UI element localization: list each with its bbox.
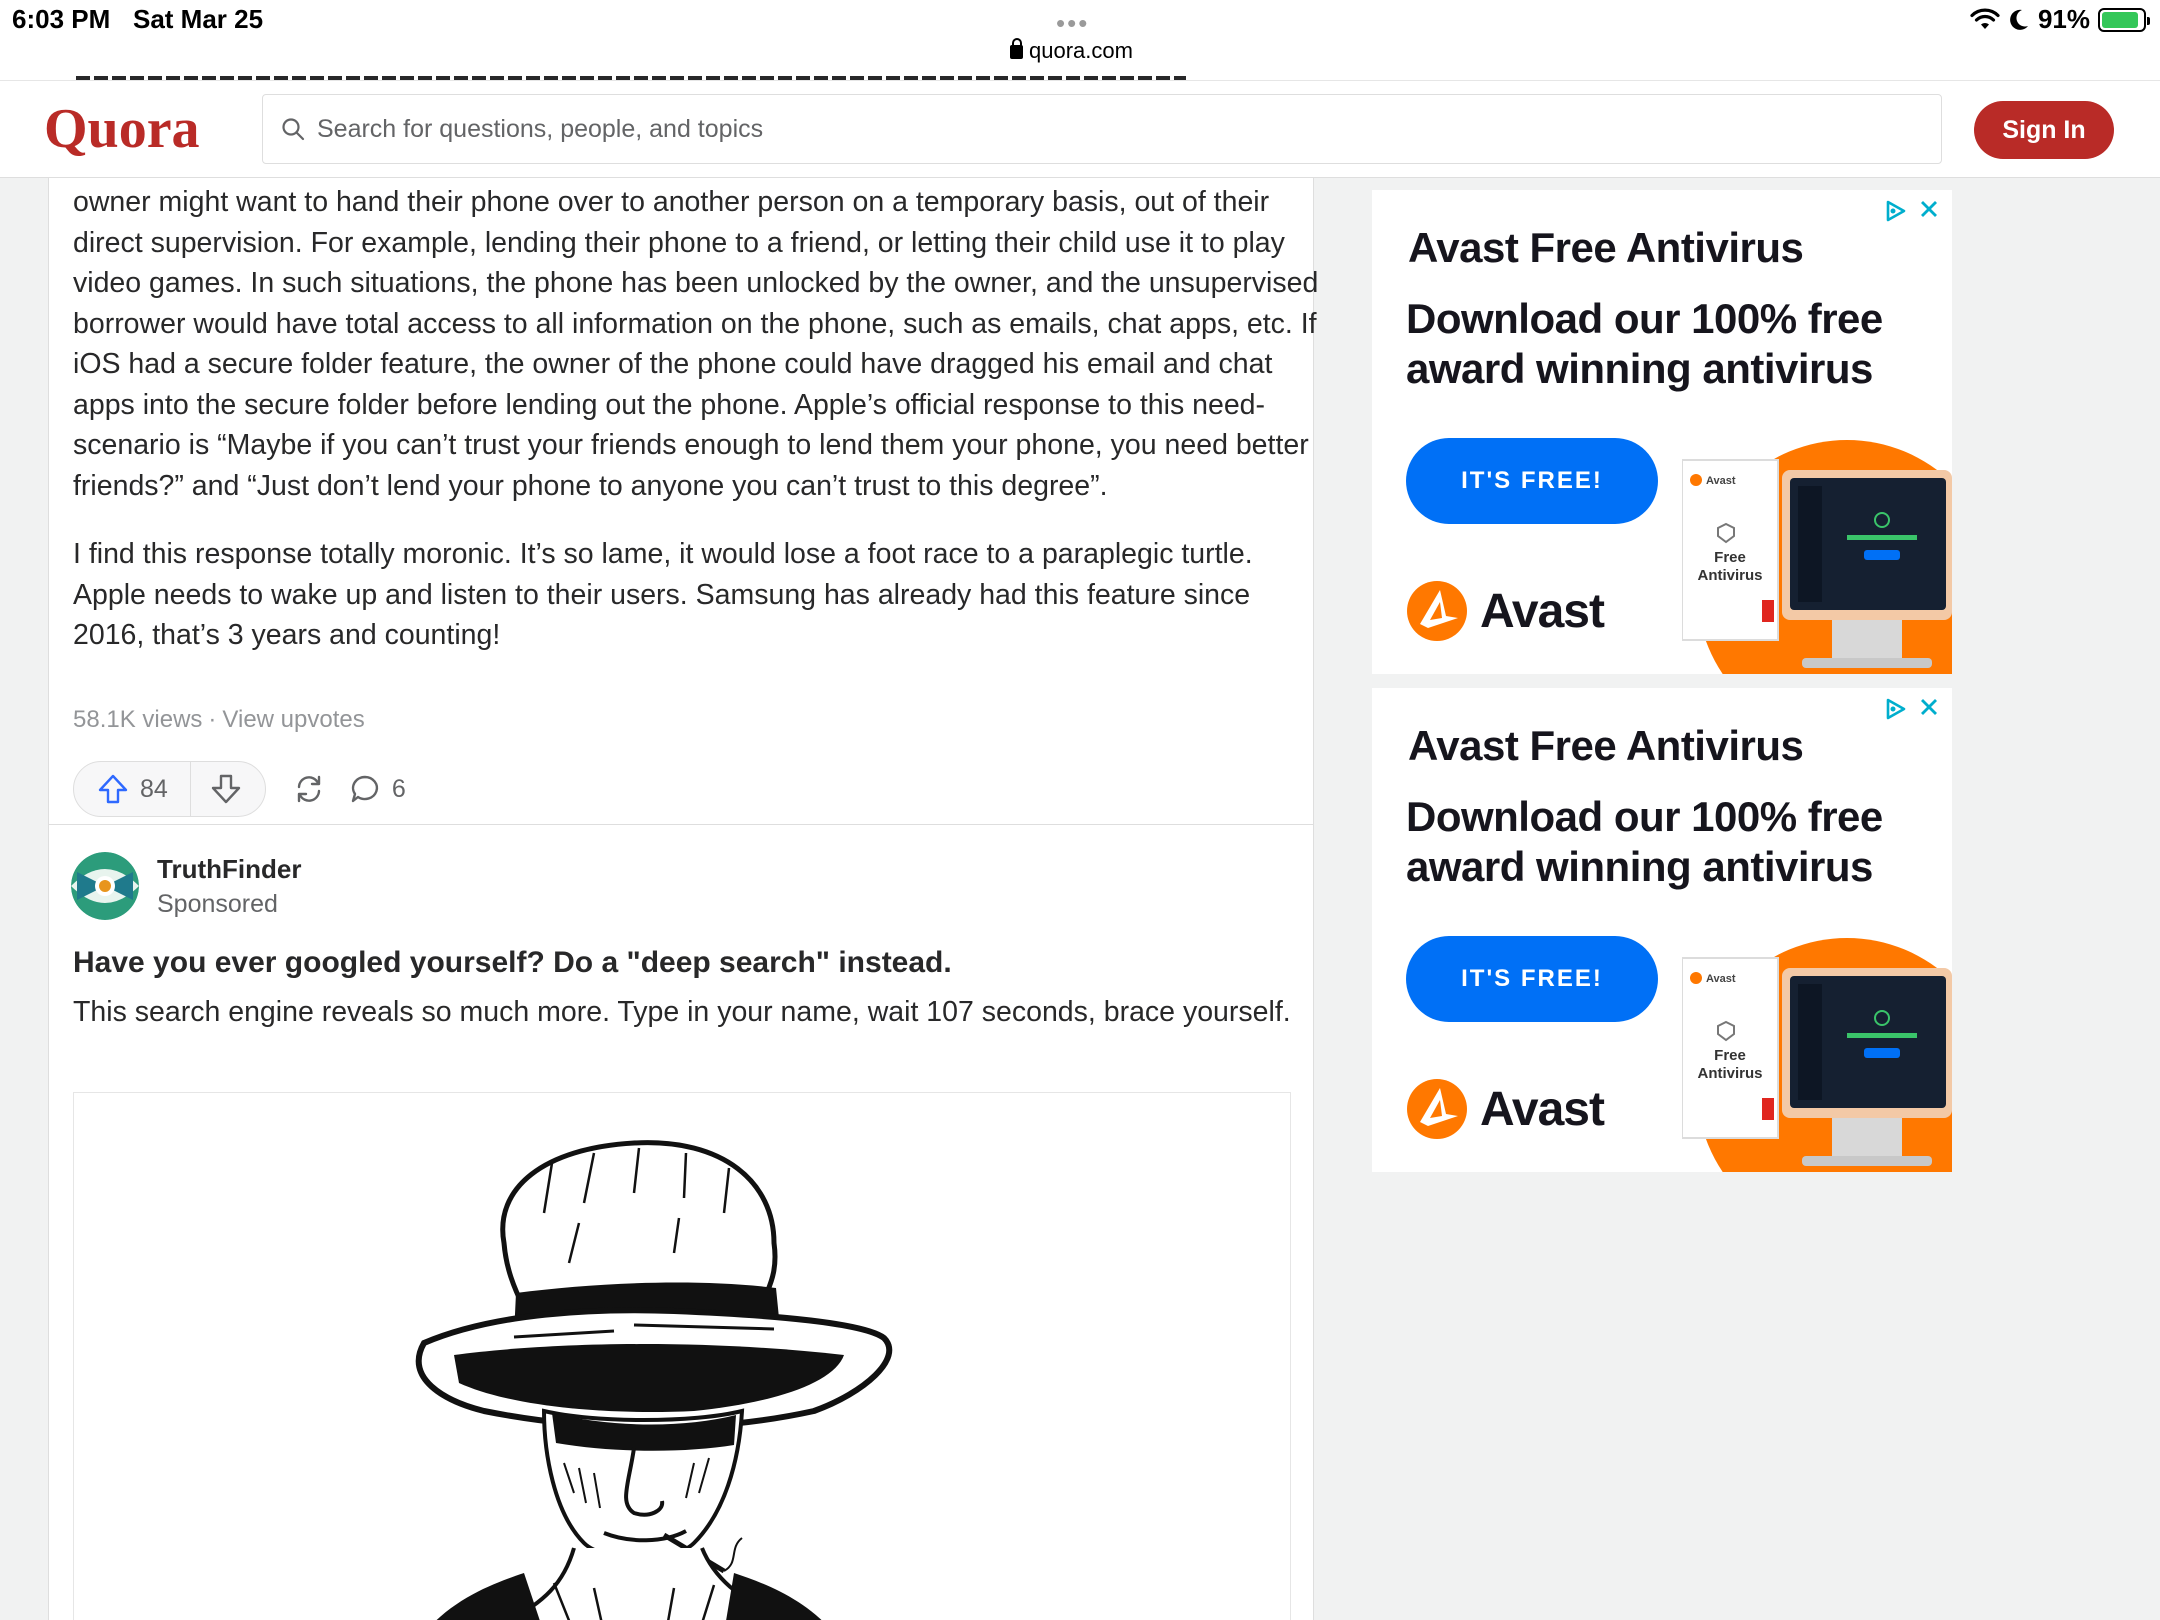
close-icon[interactable] [1916, 196, 1942, 222]
box-label-free: Free [1714, 549, 1746, 566]
quora-logo[interactable]: Quora [44, 97, 200, 161]
avast-ad[interactable]: Avast Free Antivirus Download our 100% f… [1372, 190, 1952, 674]
box-label-antivirus: Antivirus [1697, 1065, 1762, 1082]
ad-subtitle: Download our 100% free award winning ant… [1406, 793, 1883, 890]
ad-choices-icon[interactable] [1882, 198, 1908, 224]
sign-in-button[interactable]: Sign In [1974, 101, 2114, 159]
status-date: Sat Mar 25 [133, 4, 264, 34]
truthfinder-avatar[interactable] [71, 852, 139, 920]
search-input[interactable] [317, 95, 1917, 163]
man-in-fedora-illustration [415, 1140, 893, 1620]
box-brand: Avast [1706, 475, 1736, 487]
downvote-button[interactable] [191, 762, 265, 816]
sponsored-label: Sponsored [157, 890, 278, 918]
its-free-button[interactable]: IT'S FREE! [1406, 438, 1658, 524]
sponsor-name[interactable]: TruthFinder [157, 854, 301, 885]
avast-logo-icon [1407, 581, 1467, 641]
ad-brand-name: Avast [1480, 584, 1605, 638]
ad-subtitle: Download our 100% free award winning ant… [1406, 295, 1883, 392]
avast-brand: Avast [1406, 1078, 1605, 1140]
status-bar: 6:03 PM Sat Mar 25 ••• quora.com 91% [0, 0, 2160, 80]
battery-level [2102, 11, 2139, 28]
wifi-icon [1970, 8, 2000, 29]
avast-brand: Avast [1406, 580, 1605, 642]
main-feed: owner might want to hand their phone ove… [48, 178, 1318, 1620]
vote-pill: 84 [73, 761, 266, 817]
its-free-button[interactable]: IT'S FREE! [1406, 936, 1658, 1022]
sponsored-body: This search engine reveals so much more.… [73, 996, 1291, 1028]
search-bar[interactable] [262, 94, 1942, 164]
close-icon[interactable] [1916, 694, 1942, 720]
avast-logo-icon [1407, 1079, 1467, 1139]
comment-count: 6 [391, 774, 406, 803]
moon-icon [2010, 9, 2028, 30]
url-text: quora.com [1029, 38, 1133, 63]
post-divider [49, 824, 1313, 825]
ad-brand-name: Avast [1480, 1082, 1605, 1136]
battery-percent: 91% [2037, 4, 2090, 34]
answer-paragraph: I find this response totally moronic. It… [73, 538, 1253, 651]
answer-paragraph: owner might want to hand their phone ove… [73, 186, 1319, 502]
comment-bubble-icon [351, 775, 378, 803]
view-upvotes-link[interactable]: View upvotes [222, 706, 364, 733]
top-navigation: Quora Sign In [0, 80, 2160, 178]
sponsored-title[interactable]: Have you ever googled yourself? Do a "de… [73, 946, 952, 980]
meta-separator: · [208, 706, 217, 733]
views-count: 58.1K views [73, 706, 203, 733]
scrolled-text-fragment [76, 72, 1186, 80]
multitasking-dots[interactable]: ••• [1056, 8, 1089, 39]
upvote-arrow-icon [98, 774, 128, 804]
answer-meta: 58.1K views · View upvotes [73, 706, 365, 734]
avast-product-artwork: Avast Free Antivirus [1682, 938, 1952, 1172]
avast-product-artwork: Avast Free Antivirus [1682, 440, 1952, 674]
answer-actions: 84 6 [73, 760, 406, 818]
upvote-count: 84 [140, 774, 168, 803]
avast-ad[interactable]: Avast Free Antivirus Download our 100% f… [1372, 688, 1952, 1172]
answer-body: owner might want to hand their phone ove… [73, 182, 1323, 684]
status-time: 6:03 PM [12, 4, 111, 34]
box-label-antivirus: Antivirus [1697, 567, 1762, 584]
upvote-button[interactable]: 84 [74, 762, 191, 816]
box-label-free: Free [1714, 1047, 1746, 1064]
ad-title: Avast Free Antivirus [1408, 224, 1804, 271]
lock-icon [1010, 38, 1023, 59]
truthfinder-logo-icon [71, 852, 139, 920]
battery-icon [2098, 7, 2150, 32]
sponsored-image[interactable] [73, 1092, 1291, 1620]
share-icon [297, 775, 321, 803]
ad-title: Avast Free Antivirus [1408, 722, 1804, 769]
box-brand: Avast [1706, 973, 1736, 985]
status-indicators: 91% [1970, 4, 2150, 35]
downvote-arrow-icon [211, 774, 241, 804]
ad-choices-icon[interactable] [1882, 696, 1908, 722]
address-bar[interactable]: quora.com [1010, 38, 1133, 64]
share-button[interactable] [292, 772, 326, 806]
comment-button[interactable]: 6 [348, 772, 406, 806]
search-icon [282, 118, 305, 141]
